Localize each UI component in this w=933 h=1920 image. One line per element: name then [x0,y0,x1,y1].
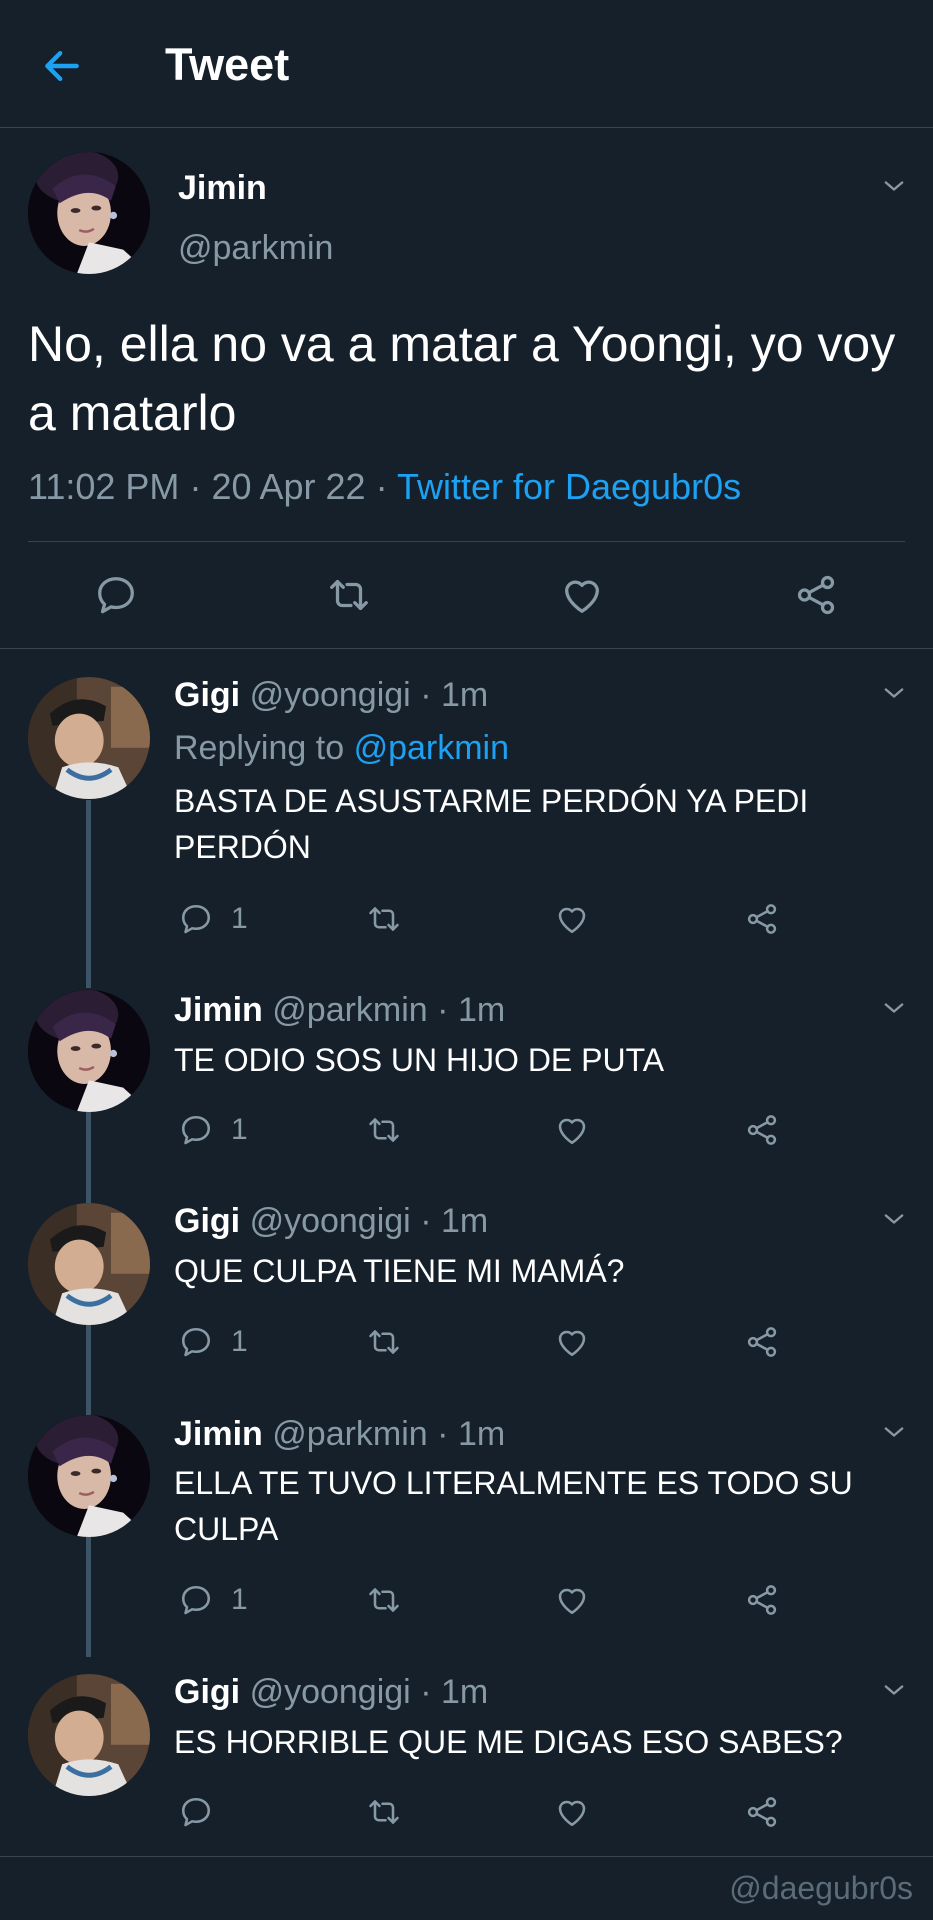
thread-line [86,1325,91,1417]
share-icon[interactable] [744,901,780,937]
like-icon[interactable] [554,1112,590,1148]
retweet-icon[interactable] [366,1582,402,1618]
like-icon[interactable] [554,901,590,937]
reply-icon[interactable] [178,901,214,937]
author-handle[interactable]: @parkmin [272,1415,427,1453]
reply-header: Gigi @yoongigi · 1m [174,1672,488,1712]
chevron-down-icon[interactable] [880,994,908,1022]
reply-text: ES HORRIBLE QUE ME DIGAS ESO SABES? [174,1724,843,1760]
reply-icon[interactable] [178,1324,214,1360]
avatar[interactable] [28,1203,150,1325]
share-icon[interactable] [793,572,839,618]
reply-time: 1m [457,1415,506,1453]
author-handle[interactable]: @yoongigi [250,1202,411,1240]
reply-icon[interactable] [178,1794,214,1830]
like-icon[interactable] [554,1794,590,1830]
thread-line [86,1112,91,1204]
tweet-source-link[interactable]: Twitter for Daegubr0s [397,466,741,507]
chevron-down-icon[interactable] [880,1676,908,1704]
author-handle[interactable]: @yoongigi [250,676,411,714]
reply-time: 1m [440,1673,489,1711]
avatar[interactable] [28,990,150,1112]
reply-count: 1 [231,1583,248,1616]
author-name[interactable]: Jimin [174,991,263,1029]
author-handle[interactable]: @parkmin [178,228,333,268]
share-icon[interactable] [744,1324,780,1360]
divider [0,648,933,649]
chevron-down-icon[interactable] [880,1418,908,1446]
reply-header: Gigi @yoongigi · 1m [174,675,488,715]
tweet-meta: 11:02 PM · 20 Apr 22 · Twitter for Daegu… [28,465,741,509]
top-bar: Tweet [0,0,933,128]
meta-separator: · [437,991,449,1029]
tweet-date: 20 Apr 22 [211,466,366,507]
reply-text: ELLA TE TUVO LITERALMENTE ES TODO SU CUL… [174,1465,853,1547]
reply-icon[interactable] [178,1112,214,1148]
chevron-down-icon[interactable] [880,172,908,200]
share-icon[interactable] [744,1112,780,1148]
reply-header: Gigi @yoongigi · 1m [174,1201,488,1241]
reply-icon[interactable] [178,1582,214,1618]
meta-separator: · [420,1673,432,1711]
meta-separator: · [375,466,388,507]
avatar[interactable] [28,1415,150,1537]
like-icon[interactable] [554,1324,590,1360]
author-handle[interactable]: @yoongigi [250,1673,411,1711]
avatar[interactable] [28,1674,150,1796]
replying-label: Replying to [174,729,345,767]
author-name[interactable]: Gigi [174,676,240,714]
author-name[interactable]: Jimin [174,1415,263,1453]
reply-count: 1 [231,1325,248,1358]
author-name[interactable]: Gigi [174,1202,240,1240]
share-icon[interactable] [744,1794,780,1830]
tweet-time: 11:02 PM [28,466,180,507]
meta-separator: · [420,1202,432,1240]
like-icon[interactable] [554,1582,590,1618]
avatar[interactable] [28,152,150,274]
retweet-icon[interactable] [326,572,372,618]
reply-header: Jimin @parkmin · 1m [174,1414,505,1454]
thread-line [86,1537,91,1657]
retweet-icon[interactable] [366,1794,402,1830]
thread-line [86,800,91,988]
chevron-down-icon[interactable] [880,679,908,707]
retweet-icon[interactable] [366,1112,402,1148]
reply-time: 1m [440,1202,489,1240]
author-name[interactable]: Jimin [178,168,267,208]
reply-text: QUE CULPA TIENE MI MAMÁ? [174,1253,625,1289]
reply-text: TE ODIO SOS UN HIJO DE PUTA [174,1042,665,1078]
tweet-text: No, ella no va a matar a Yoongi, yo voy … [28,316,896,441]
meta-separator: · [189,466,202,507]
meta-separator: · [420,676,432,714]
reply-time: 1m [457,991,506,1029]
retweet-icon[interactable] [366,901,402,937]
avatar[interactable] [28,677,150,799]
retweet-icon[interactable] [366,1324,402,1360]
meta-separator: · [437,1415,449,1453]
replying-handle-link[interactable]: @parkmin [354,729,509,767]
reply-time: 1m [440,676,489,714]
like-icon[interactable] [559,572,605,618]
reply-text: BASTA DE ASUSTARME PERDÓN YA PEDI PERDÓN [174,783,809,865]
page-title: Tweet [165,39,290,90]
author-name[interactable]: Gigi [174,1673,240,1711]
back-arrow-icon[interactable] [40,44,84,88]
reply-header: Jimin @parkmin · 1m [174,990,505,1030]
reply-count: 1 [231,1113,248,1146]
author-handle[interactable]: @parkmin [272,991,427,1029]
divider [28,541,905,542]
watermark: @daegubr0s [729,1870,913,1906]
replying-to: Replying to @parkmin [174,728,509,768]
share-icon[interactable] [744,1582,780,1618]
reply-count: 1 [231,902,248,935]
divider [0,1856,933,1857]
chevron-down-icon[interactable] [880,1205,908,1233]
reply-icon[interactable] [93,572,139,618]
